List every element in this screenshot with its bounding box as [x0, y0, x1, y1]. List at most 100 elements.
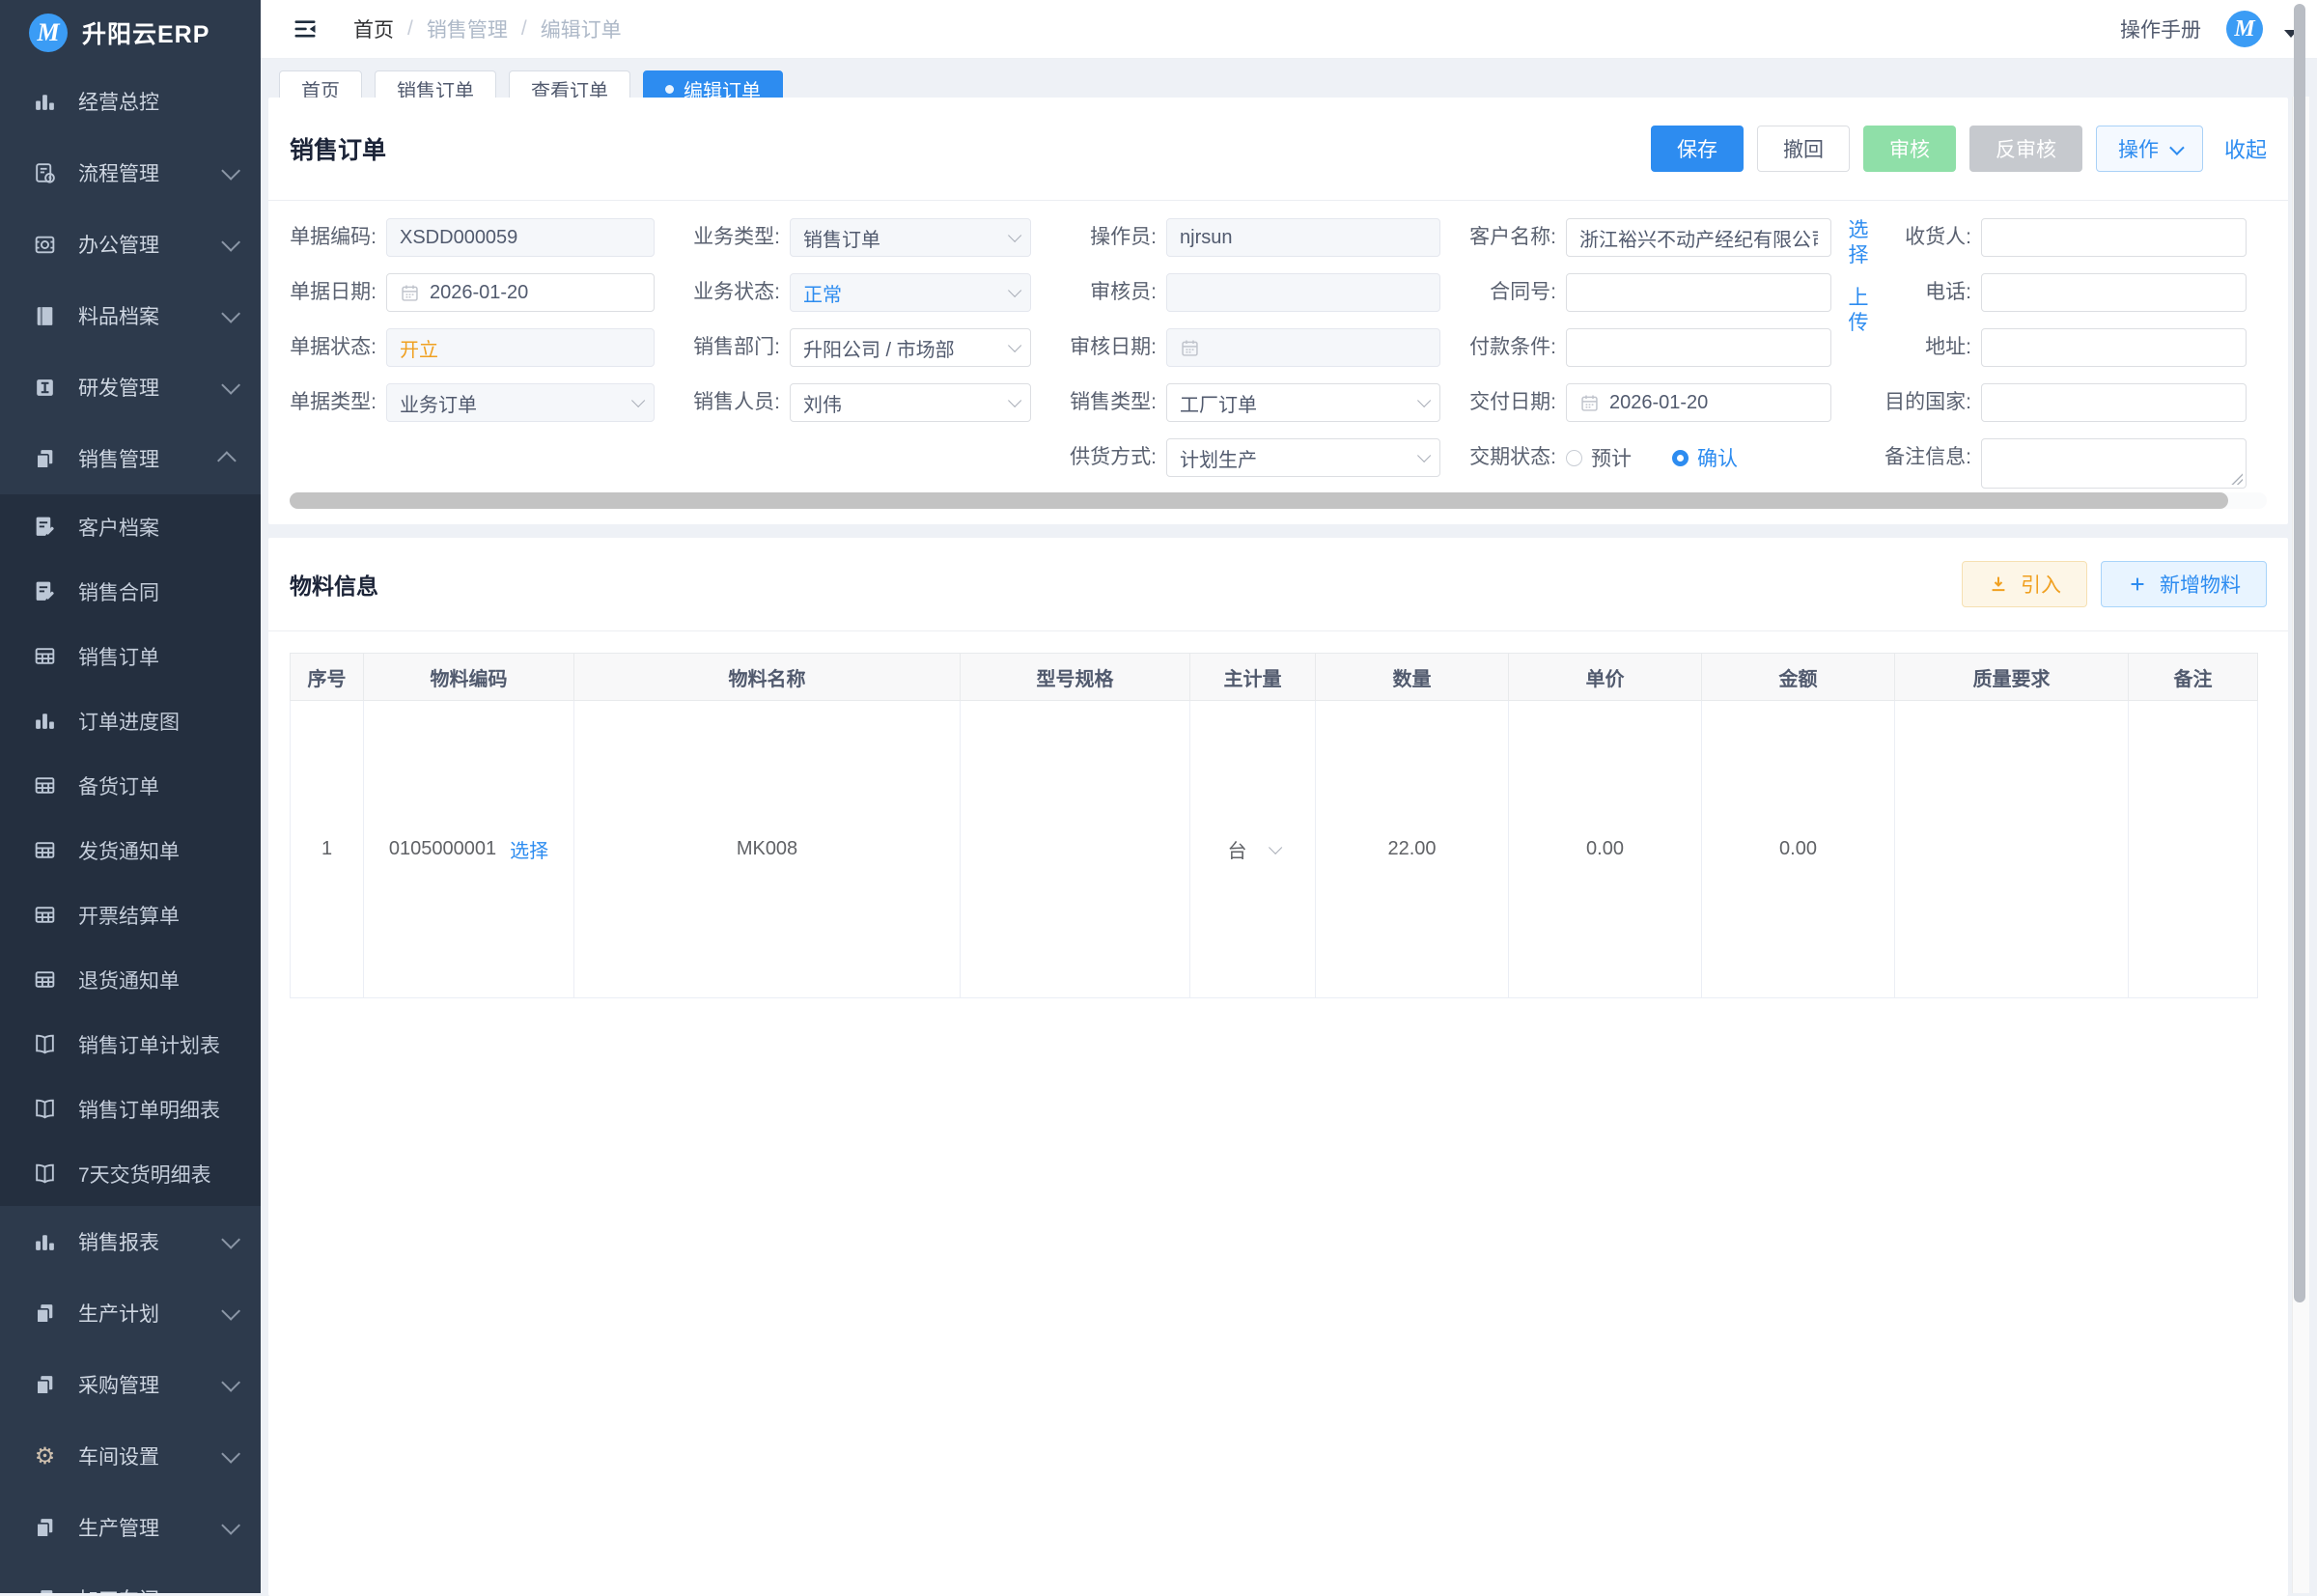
bar-chart-icon [33, 90, 57, 114]
sidebar-item-sales-report[interactable]: 销售报表 [0, 1206, 261, 1277]
sidebar-item-shipping-notice[interactable]: 发货通知单 [0, 818, 261, 882]
table-icon [33, 903, 57, 927]
customer-name-input[interactable]: 浙江裕兴不动产经纪有限公司 [1566, 218, 1831, 257]
sidebar-item-7day-delivery-report[interactable]: 7天交货明细表 [0, 1141, 261, 1206]
phone-input[interactable] [1981, 273, 2247, 312]
manual-link[interactable]: 操作手册 [2120, 14, 2201, 43]
user-avatar[interactable]: M [2226, 11, 2263, 47]
active-tab-dot-icon [665, 85, 674, 94]
add-material-button[interactable]: 新增物料 [2101, 561, 2267, 607]
field-label: 合同号: [1440, 273, 1566, 312]
radio-checked-icon [1672, 450, 1689, 466]
operator-input: njrsun [1166, 218, 1440, 257]
field-label: 交付日期: [1440, 383, 1566, 422]
radio-confirmed[interactable]: 确认 [1672, 443, 1738, 472]
materials-card: 物料信息 引入 新增物料 序号 物料编码 [268, 538, 2288, 1596]
sidebar-item-return-notice[interactable]: 退货通知单 [0, 947, 261, 1012]
upload-link[interactable]: 上传 [1847, 286, 1870, 336]
select-material-link[interactable]: 选择 [510, 835, 548, 863]
sidebar-item-label: 生产管理 [78, 1513, 201, 1542]
sidebar-item-production-plan[interactable]: 生产计划 [0, 1277, 261, 1349]
save-button[interactable]: 保存 [1651, 126, 1744, 172]
import-button[interactable]: 引入 [1962, 561, 2087, 607]
field-label: 备注信息: [1831, 438, 1981, 477]
chevron-down-icon[interactable] [1269, 840, 1282, 854]
field-label: 销售部门: [655, 328, 790, 367]
sidebar-item-stock-order[interactable]: 备货订单 [0, 753, 261, 818]
tab-label: 查看订单 [531, 75, 608, 98]
breadcrumb-home[interactable]: 首页 [353, 14, 394, 43]
cell-name: MK008 [574, 701, 961, 998]
field-label: 单据类型: [290, 383, 386, 422]
sidebar-item-office-mgmt[interactable]: 办公管理 [0, 209, 261, 280]
office-icon [33, 233, 57, 257]
gear-icon: ⚙ [33, 1442, 57, 1470]
delivery-date-input[interactable]: 2026-01-20 [1566, 383, 1831, 422]
contract-no-input[interactable] [1566, 273, 1831, 312]
chevron-up-icon [217, 451, 237, 470]
tab-home[interactable]: 首页 [279, 70, 362, 98]
sidebar-item-purchase-mgmt[interactable]: 采购管理 [0, 1349, 261, 1420]
materials-table-wrap: 序号 物料编码 物料名称 型号规格 主计量 数量 单价 金额 质量要求 备注 1 [268, 631, 2288, 998]
calendar-icon [400, 283, 420, 303]
address-input[interactable] [1981, 328, 2247, 367]
field-label: 销售人员: [655, 383, 790, 422]
doc-date-input[interactable]: 2026-01-20 [386, 273, 655, 312]
cell-seq: 1 [291, 701, 364, 998]
radio-icon [1566, 450, 1582, 466]
sidebar-item-customer-archive[interactable]: 客户档案 [0, 494, 261, 559]
sidebar-item-order-plan-report[interactable]: 销售订单计划表 [0, 1012, 261, 1077]
cell-remark [2129, 701, 2258, 998]
sidebar-item-workshop-settings[interactable]: ⚙ 车间设置 [0, 1420, 261, 1492]
biz-status-value: 正常 [803, 279, 1000, 307]
remark-textarea[interactable] [1981, 438, 2247, 489]
radio-estimated[interactable]: 预计 [1566, 443, 1632, 472]
supply-mode-value: 计划生产 [1180, 444, 1410, 472]
actions-dropdown-button[interactable]: 操作 [2096, 126, 2203, 172]
field-label: 业务类型: [655, 218, 790, 257]
vertical-scrollbar-thumb[interactable] [2294, 4, 2305, 1302]
sidebar-item-sales-order[interactable]: 销售订单 [0, 624, 261, 688]
sidebar-item-rd-mgmt[interactable]: 研发管理 [0, 351, 261, 423]
tab-edit-order[interactable]: 编辑订单 [643, 70, 783, 98]
sidebar-item-process-mgmt[interactable]: 流程管理 [0, 137, 261, 209]
sidebar-item-invoice-settlement[interactable]: 开票结算单 [0, 882, 261, 947]
col-header-unit: 主计量 [1190, 654, 1316, 701]
tab-label: 销售订单 [397, 75, 474, 98]
sidebar-item-sales-mgmt[interactable]: 销售管理 [0, 423, 261, 494]
breadcrumb: 首页 / 销售管理 / 编辑订单 [353, 14, 622, 43]
cell-quality [1895, 701, 2129, 998]
sidebar-item-processing-workshop[interactable]: 加工车间 [0, 1563, 261, 1593]
sales-dept-select[interactable]: 升阳公司 / 市场部 [790, 328, 1031, 367]
sidebar-item-order-progress[interactable]: 订单进度图 [0, 688, 261, 753]
sidebar-item-label: 开票结算单 [78, 901, 236, 930]
dest-country-input[interactable] [1981, 383, 2247, 422]
sidebar-item-material-archive[interactable]: 料品档案 [0, 280, 261, 351]
sales-person-select[interactable]: 刘伟 [790, 383, 1031, 422]
biz-status-select: 正常 [790, 273, 1031, 312]
sidebar-item-production-mgmt[interactable]: 生产管理 [0, 1492, 261, 1563]
sidebar-item-business-overview[interactable]: 经营总控 [0, 66, 261, 137]
sidebar-item-label: 研发管理 [78, 373, 201, 402]
sales-type-select[interactable]: 工厂订单 [1166, 383, 1440, 422]
menu-fold-icon[interactable] [292, 15, 319, 42]
withdraw-button[interactable]: 撤回 [1757, 126, 1850, 172]
tab-view-order[interactable]: 查看订单 [509, 70, 630, 98]
horizontal-scrollbar [290, 492, 2267, 509]
sidebar-item-label: 销售订单计划表 [78, 1030, 236, 1059]
breadcrumb-sales-mgmt[interactable]: 销售管理 [427, 14, 508, 43]
receiver-input[interactable] [1981, 218, 2247, 257]
sidebar-item-sales-contract[interactable]: 销售合同 [0, 559, 261, 624]
breadcrumb-separator: / [407, 17, 413, 41]
tab-sales-order[interactable]: 销售订单 [375, 70, 496, 98]
tab-strip: 首页 销售订单 查看订单 编辑订单 [261, 59, 2317, 98]
audit-button[interactable]: 审核 [1863, 126, 1956, 172]
select-customer-link[interactable]: 选择 [1847, 218, 1870, 268]
collapse-link[interactable]: 收起 [2224, 133, 2267, 164]
unaudit-button[interactable]: 反审核 [1969, 126, 2082, 172]
supply-mode-select[interactable]: 计划生产 [1166, 438, 1440, 477]
payment-terms-input[interactable] [1566, 328, 1831, 367]
sidebar-item-label: 料品档案 [78, 301, 201, 330]
sidebar-item-order-detail-report[interactable]: 销售订单明细表 [0, 1077, 261, 1141]
horizontal-scrollbar-thumb[interactable] [290, 492, 2228, 509]
